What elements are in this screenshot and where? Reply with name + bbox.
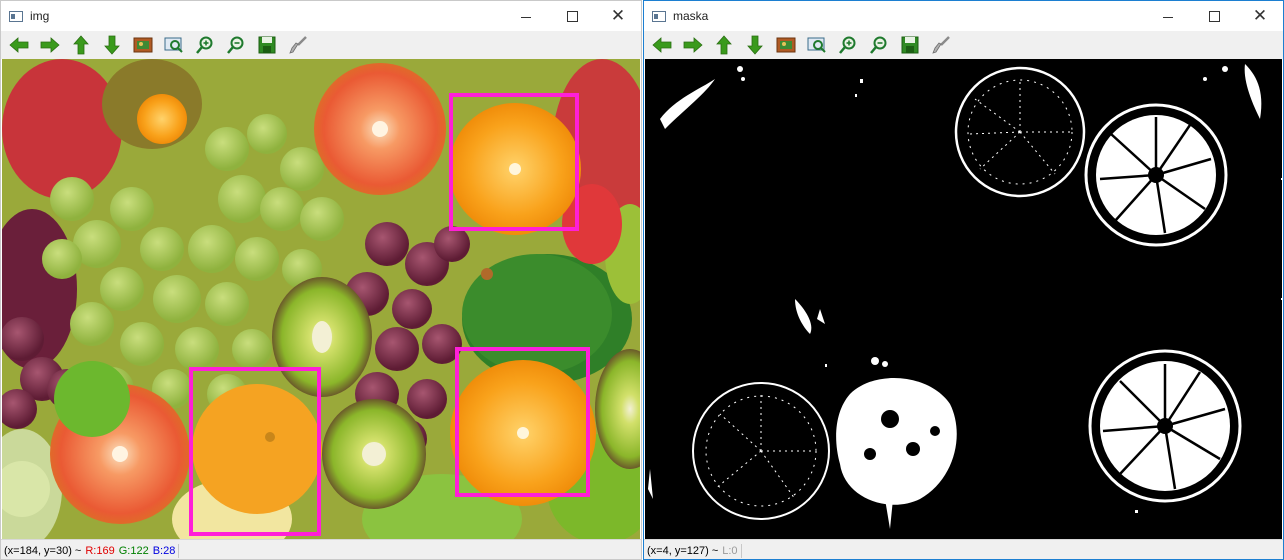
properties-button[interactable]	[286, 34, 310, 56]
pan-up-button[interactable]	[712, 34, 736, 56]
cursor-coordinates: (x=4, y=127) ~	[647, 544, 719, 557]
arrow-down-icon	[104, 35, 120, 55]
window-app-icon	[9, 10, 23, 22]
zoom-out-button[interactable]	[867, 34, 891, 56]
zoom-in-button[interactable]	[193, 34, 217, 56]
save-icon	[258, 36, 276, 54]
zoom-out-icon	[870, 36, 887, 54]
maximize-button[interactable]	[1191, 1, 1237, 31]
maximize-icon	[566, 10, 578, 22]
zoom-fit-icon	[807, 37, 826, 53]
image-icon	[776, 37, 796, 53]
pan-down-button[interactable]	[743, 34, 767, 56]
pixel-luminance-value: L:0	[722, 544, 738, 557]
maximize-button[interactable]	[549, 1, 595, 31]
minimize-button[interactable]	[503, 1, 549, 31]
properties-button[interactable]	[929, 34, 953, 56]
window-app-icon	[652, 10, 666, 22]
close-icon: ✕	[1252, 6, 1268, 25]
pixel-blue-value: B:28	[152, 544, 176, 557]
status-separator	[178, 543, 180, 558]
zoom-original-button[interactable]	[131, 34, 155, 56]
window-title: img	[30, 9, 50, 23]
pan-right-button[interactable]	[38, 34, 62, 56]
image-window-img: img ✕ (x=184, y=30) ~ R:169 G:122 B:28	[0, 0, 642, 560]
zoom-in-button[interactable]	[836, 34, 860, 56]
image-canvas[interactable]	[2, 59, 640, 539]
status-bar: (x=4, y=127) ~ L:0	[644, 539, 1283, 559]
zoom-out-button[interactable]	[224, 34, 248, 56]
pixel-green-value: G:122	[118, 544, 149, 557]
toolbar	[644, 31, 1283, 59]
image-icon	[133, 37, 153, 53]
zoom-in-icon	[196, 36, 213, 54]
close-icon: ✕	[610, 6, 626, 25]
mask-canvas[interactable]	[645, 59, 1282, 539]
save-icon	[901, 36, 919, 54]
pan-up-button[interactable]	[69, 34, 93, 56]
arrow-left-icon	[9, 37, 29, 53]
title-bar[interactable]: img ✕	[1, 1, 641, 31]
arrow-down-icon	[747, 35, 763, 55]
toolbar	[1, 31, 641, 59]
zoom-in-icon	[839, 36, 856, 54]
arrow-right-icon	[683, 37, 703, 53]
arrow-up-icon	[73, 35, 89, 55]
close-button[interactable]: ✕	[595, 1, 641, 31]
status-bar: (x=184, y=30) ~ R:169 G:122 B:28	[1, 539, 641, 559]
window-title: maska	[673, 9, 709, 23]
minimize-button[interactable]	[1145, 1, 1191, 31]
window-controls: ✕	[503, 1, 641, 31]
zoom-fit-button[interactable]	[162, 34, 186, 56]
zoom-out-icon	[227, 36, 244, 54]
window-controls: ✕	[1145, 1, 1283, 31]
save-button[interactable]	[255, 34, 279, 56]
status-separator	[740, 543, 742, 558]
minimize-icon	[521, 16, 531, 18]
maximize-icon	[1208, 10, 1220, 22]
arrow-up-icon	[716, 35, 732, 55]
minimize-icon	[1163, 16, 1173, 18]
arrow-left-icon	[652, 37, 672, 53]
properties-brush-icon	[289, 36, 307, 54]
mask-image	[645, 59, 1282, 539]
zoom-fit-button[interactable]	[805, 34, 829, 56]
pan-down-button[interactable]	[100, 34, 124, 56]
fruit-image	[2, 59, 640, 539]
pan-left-button[interactable]	[650, 34, 674, 56]
properties-brush-icon	[932, 36, 950, 54]
arrow-right-icon	[40, 37, 60, 53]
zoom-original-button[interactable]	[774, 34, 798, 56]
cursor-coordinates: (x=184, y=30) ~	[4, 544, 82, 557]
image-window-maska: maska ✕ (x=4, y=127) ~ L:0	[643, 0, 1284, 560]
save-button[interactable]	[898, 34, 922, 56]
close-button[interactable]: ✕	[1237, 1, 1283, 31]
pixel-red-value: R:169	[85, 544, 115, 557]
pan-right-button[interactable]	[681, 34, 705, 56]
title-bar[interactable]: maska ✕	[644, 1, 1283, 31]
zoom-fit-icon	[164, 37, 183, 53]
pan-left-button[interactable]	[7, 34, 31, 56]
